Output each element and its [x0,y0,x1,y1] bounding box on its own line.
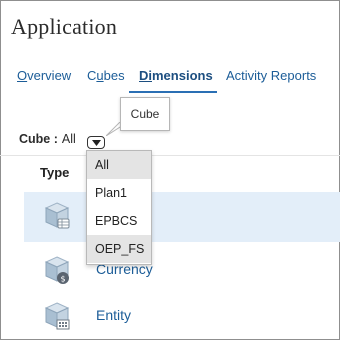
dimension-name[interactable]: Entity [96,307,131,323]
svg-text:$: $ [60,275,65,284]
tab-activity-reports-label: Activity Reports [226,68,317,83]
header-divider [0,155,340,156]
page-title: Application [11,14,118,39]
table-row[interactable]: Entity [24,292,340,342]
tab-overview-mnemonic: O [17,68,28,83]
tab-activity-reports[interactable]: Activity Reports [226,68,316,83]
column-header-type: Type [40,165,70,180]
tab-overview-post: verview [27,68,72,83]
tab-dimensions-mnemonic: Di [139,68,152,83]
table-row[interactable] [24,192,340,242]
tab-dimensions-post: mensions [152,68,213,83]
active-tab-indicator [129,91,217,93]
tooltip-text: Cube [130,107,160,121]
tab-cubes-pre: C [87,68,97,83]
dimension-currency-icon: $ [44,256,70,284]
cube-filter: Cube : All [19,132,76,146]
table-row[interactable]: $ Currency [24,246,340,296]
cube-tooltip: Cube [120,97,170,131]
cube-dropdown-button[interactable] [87,136,105,149]
cube-dropdown-list: All Plan1 EPBCS OEP_FS [86,150,152,265]
tab-bar: Overview Cubes Dimensions Activity Repor… [0,62,340,96]
chevron-down-icon [91,139,101,146]
dropdown-option-oep-fs[interactable]: OEP_FS [87,235,151,263]
tab-cubes[interactable]: Cubes [87,68,125,83]
dimension-table-icon [44,202,70,229]
tab-cubes-mnemonic: u [96,68,104,83]
tab-cubes-post: bes [103,68,125,83]
cube-filter-label: Cube : [19,132,58,146]
cube-filter-value: All [61,132,76,146]
dropdown-option-plan1[interactable]: Plan1 [87,179,151,207]
tab-dimensions[interactable]: Dimensions [139,68,213,83]
dropdown-option-all[interactable]: All [87,151,151,179]
tab-overview[interactable]: Overview [17,68,71,83]
dropdown-option-epbcs[interactable]: EPBCS [87,207,151,235]
dimension-entity-icon [44,302,70,330]
